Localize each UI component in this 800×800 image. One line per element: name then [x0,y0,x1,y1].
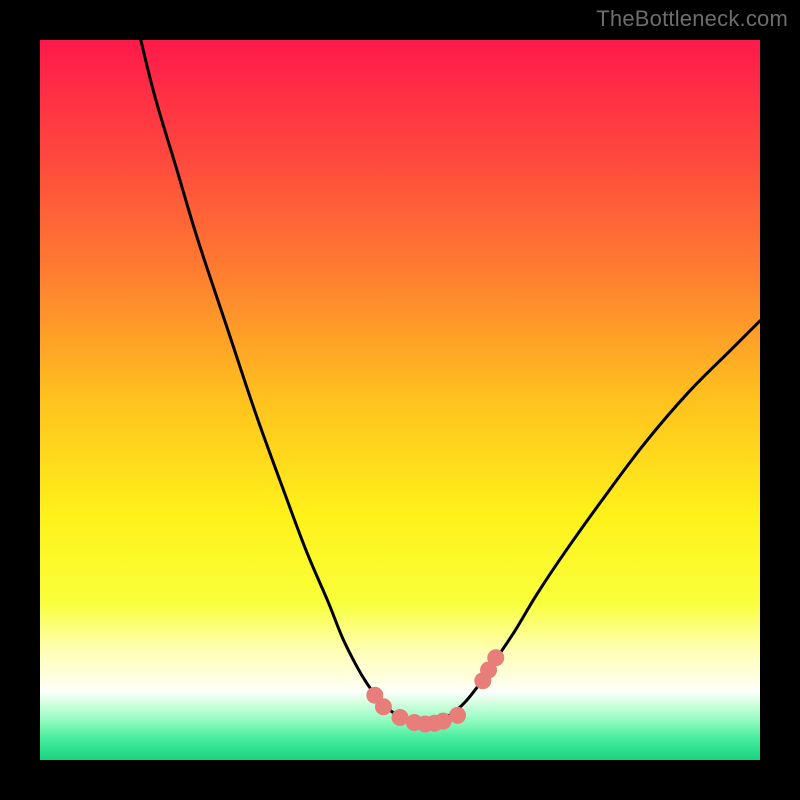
marker-point [449,707,466,724]
marker-point [487,649,504,666]
gradient-background [40,40,760,760]
plot-svg [40,40,760,760]
chart-container: TheBottleneck.com [0,0,800,800]
plot-area [40,40,760,760]
marker-point [375,698,392,715]
attribution-text: TheBottleneck.com [596,6,788,32]
